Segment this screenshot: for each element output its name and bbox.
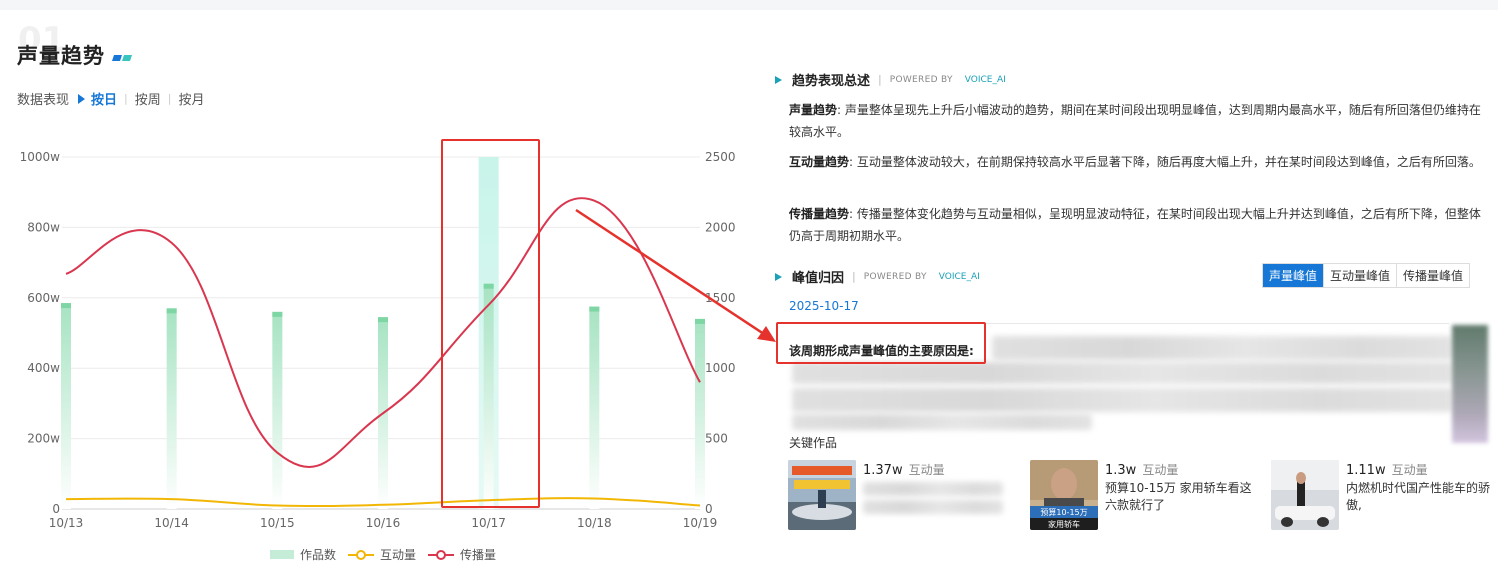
annotation-arrow-icon bbox=[575, 208, 776, 342]
